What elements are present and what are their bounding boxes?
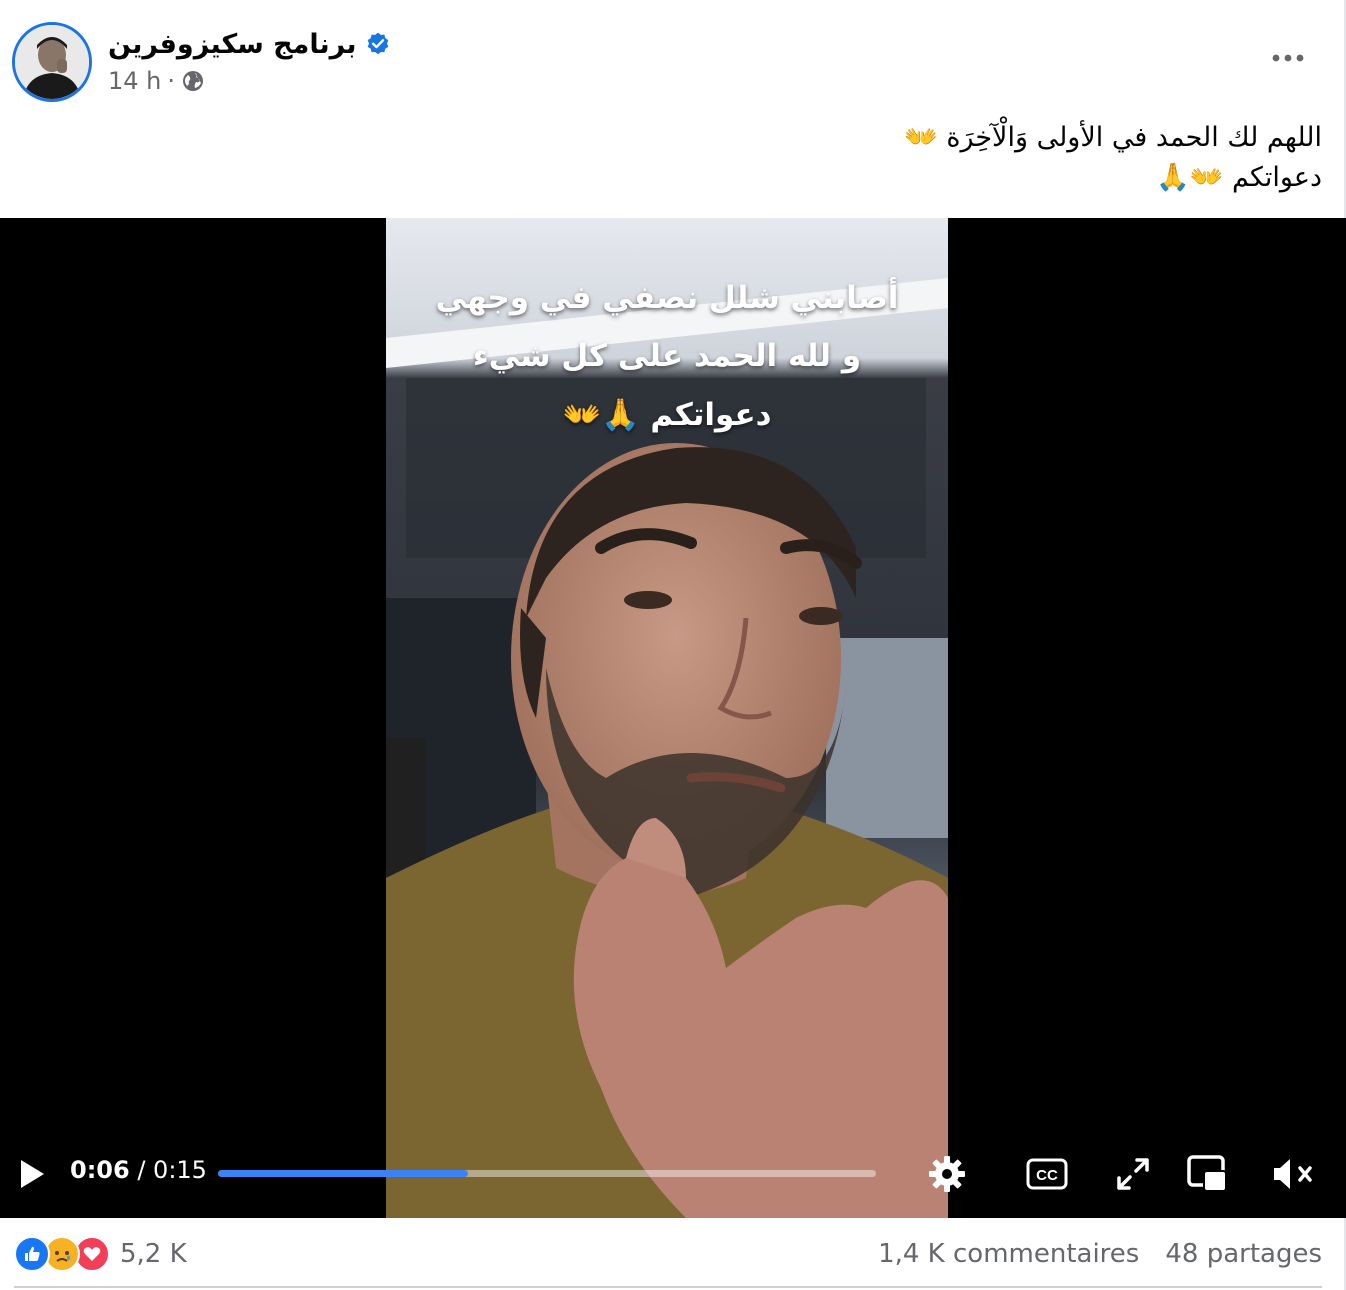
reaction-count[interactable]: 5,2 K (120, 1239, 187, 1269)
video-time: 0:06 / 0:15 (70, 1156, 207, 1184)
video-player[interactable]: أصابني شلل نصفي في وجهي و لله الحمد على … (0, 218, 1346, 1218)
author-row: برنامج سكيزوفرين (108, 24, 391, 64)
captions-icon: CC (1026, 1158, 1068, 1190)
verified-badge-icon (367, 32, 388, 55)
author-avatar[interactable] (12, 22, 92, 102)
post-time[interactable]: 14 h (108, 67, 161, 95)
mute-button[interactable] (1266, 1152, 1318, 1196)
more-horizontal-icon (1272, 54, 1304, 62)
time-separator: / (129, 1156, 154, 1184)
play-button[interactable] (14, 1154, 50, 1194)
video-progress-bar[interactable] (218, 1170, 876, 1177)
globe-icon (183, 71, 204, 91)
fullscreen-icon (1117, 1158, 1149, 1190)
reactions-summary[interactable]: 5,2 K (14, 1234, 187, 1274)
more-options-button[interactable] (1262, 38, 1314, 78)
play-icon (21, 1160, 44, 1188)
current-time: 0:06 (70, 1156, 130, 1184)
engagement-stats: 1,4 K commentaires 48 partages (878, 1234, 1322, 1274)
like-icon (14, 1236, 50, 1272)
fullscreen-button[interactable] (1110, 1152, 1156, 1196)
svg-text:CC: CC (1036, 1167, 1058, 1184)
shares-count[interactable]: 48 partages (1165, 1239, 1322, 1269)
settings-icon (929, 1156, 965, 1192)
caption-line: دعواتكم 👐🙏 (1156, 162, 1322, 193)
picture-in-picture-button[interactable] (1182, 1150, 1232, 1198)
comments-count[interactable]: 1,4 K commentaires (878, 1239, 1139, 1269)
video-overlay-line: أصابني شلل نصفي في وجهي (435, 280, 899, 316)
video-frame[interactable]: أصابني شلل نصفي في وجهي و لله الحمد على … (386, 218, 948, 1218)
video-overlay-line: و لله الحمد على كل شيء (472, 338, 862, 374)
mute-icon (1274, 1159, 1312, 1189)
meta-separator: · (167, 67, 176, 95)
post-meta: 14 h · (108, 66, 205, 96)
video-overlay-line: دعواتكم 🙏👐 (562, 397, 772, 433)
captions-button[interactable]: CC (1024, 1152, 1070, 1196)
video-controls: 0:06 / 0:15 CC (0, 1144, 1346, 1204)
settings-button[interactable] (924, 1152, 970, 1196)
picture-in-picture-icon (1187, 1155, 1227, 1192)
footer-divider (14, 1286, 1322, 1288)
caption-line: اللهم لك الحمد في الأولى وَالْآخِرَة 👐 (904, 122, 1322, 153)
post-caption: اللهم لك الحمد في الأولى وَالْآخِرَة 👐 د… (422, 118, 1322, 198)
author-name[interactable]: برنامج سكيزوفرين (108, 29, 357, 60)
facebook-post: برنامج سكيزوفرين 14 h · اللهم لك الحمد ف… (0, 0, 1346, 1290)
video-progress-fill (218, 1170, 469, 1177)
video-duration: 0:15 (153, 1156, 207, 1184)
